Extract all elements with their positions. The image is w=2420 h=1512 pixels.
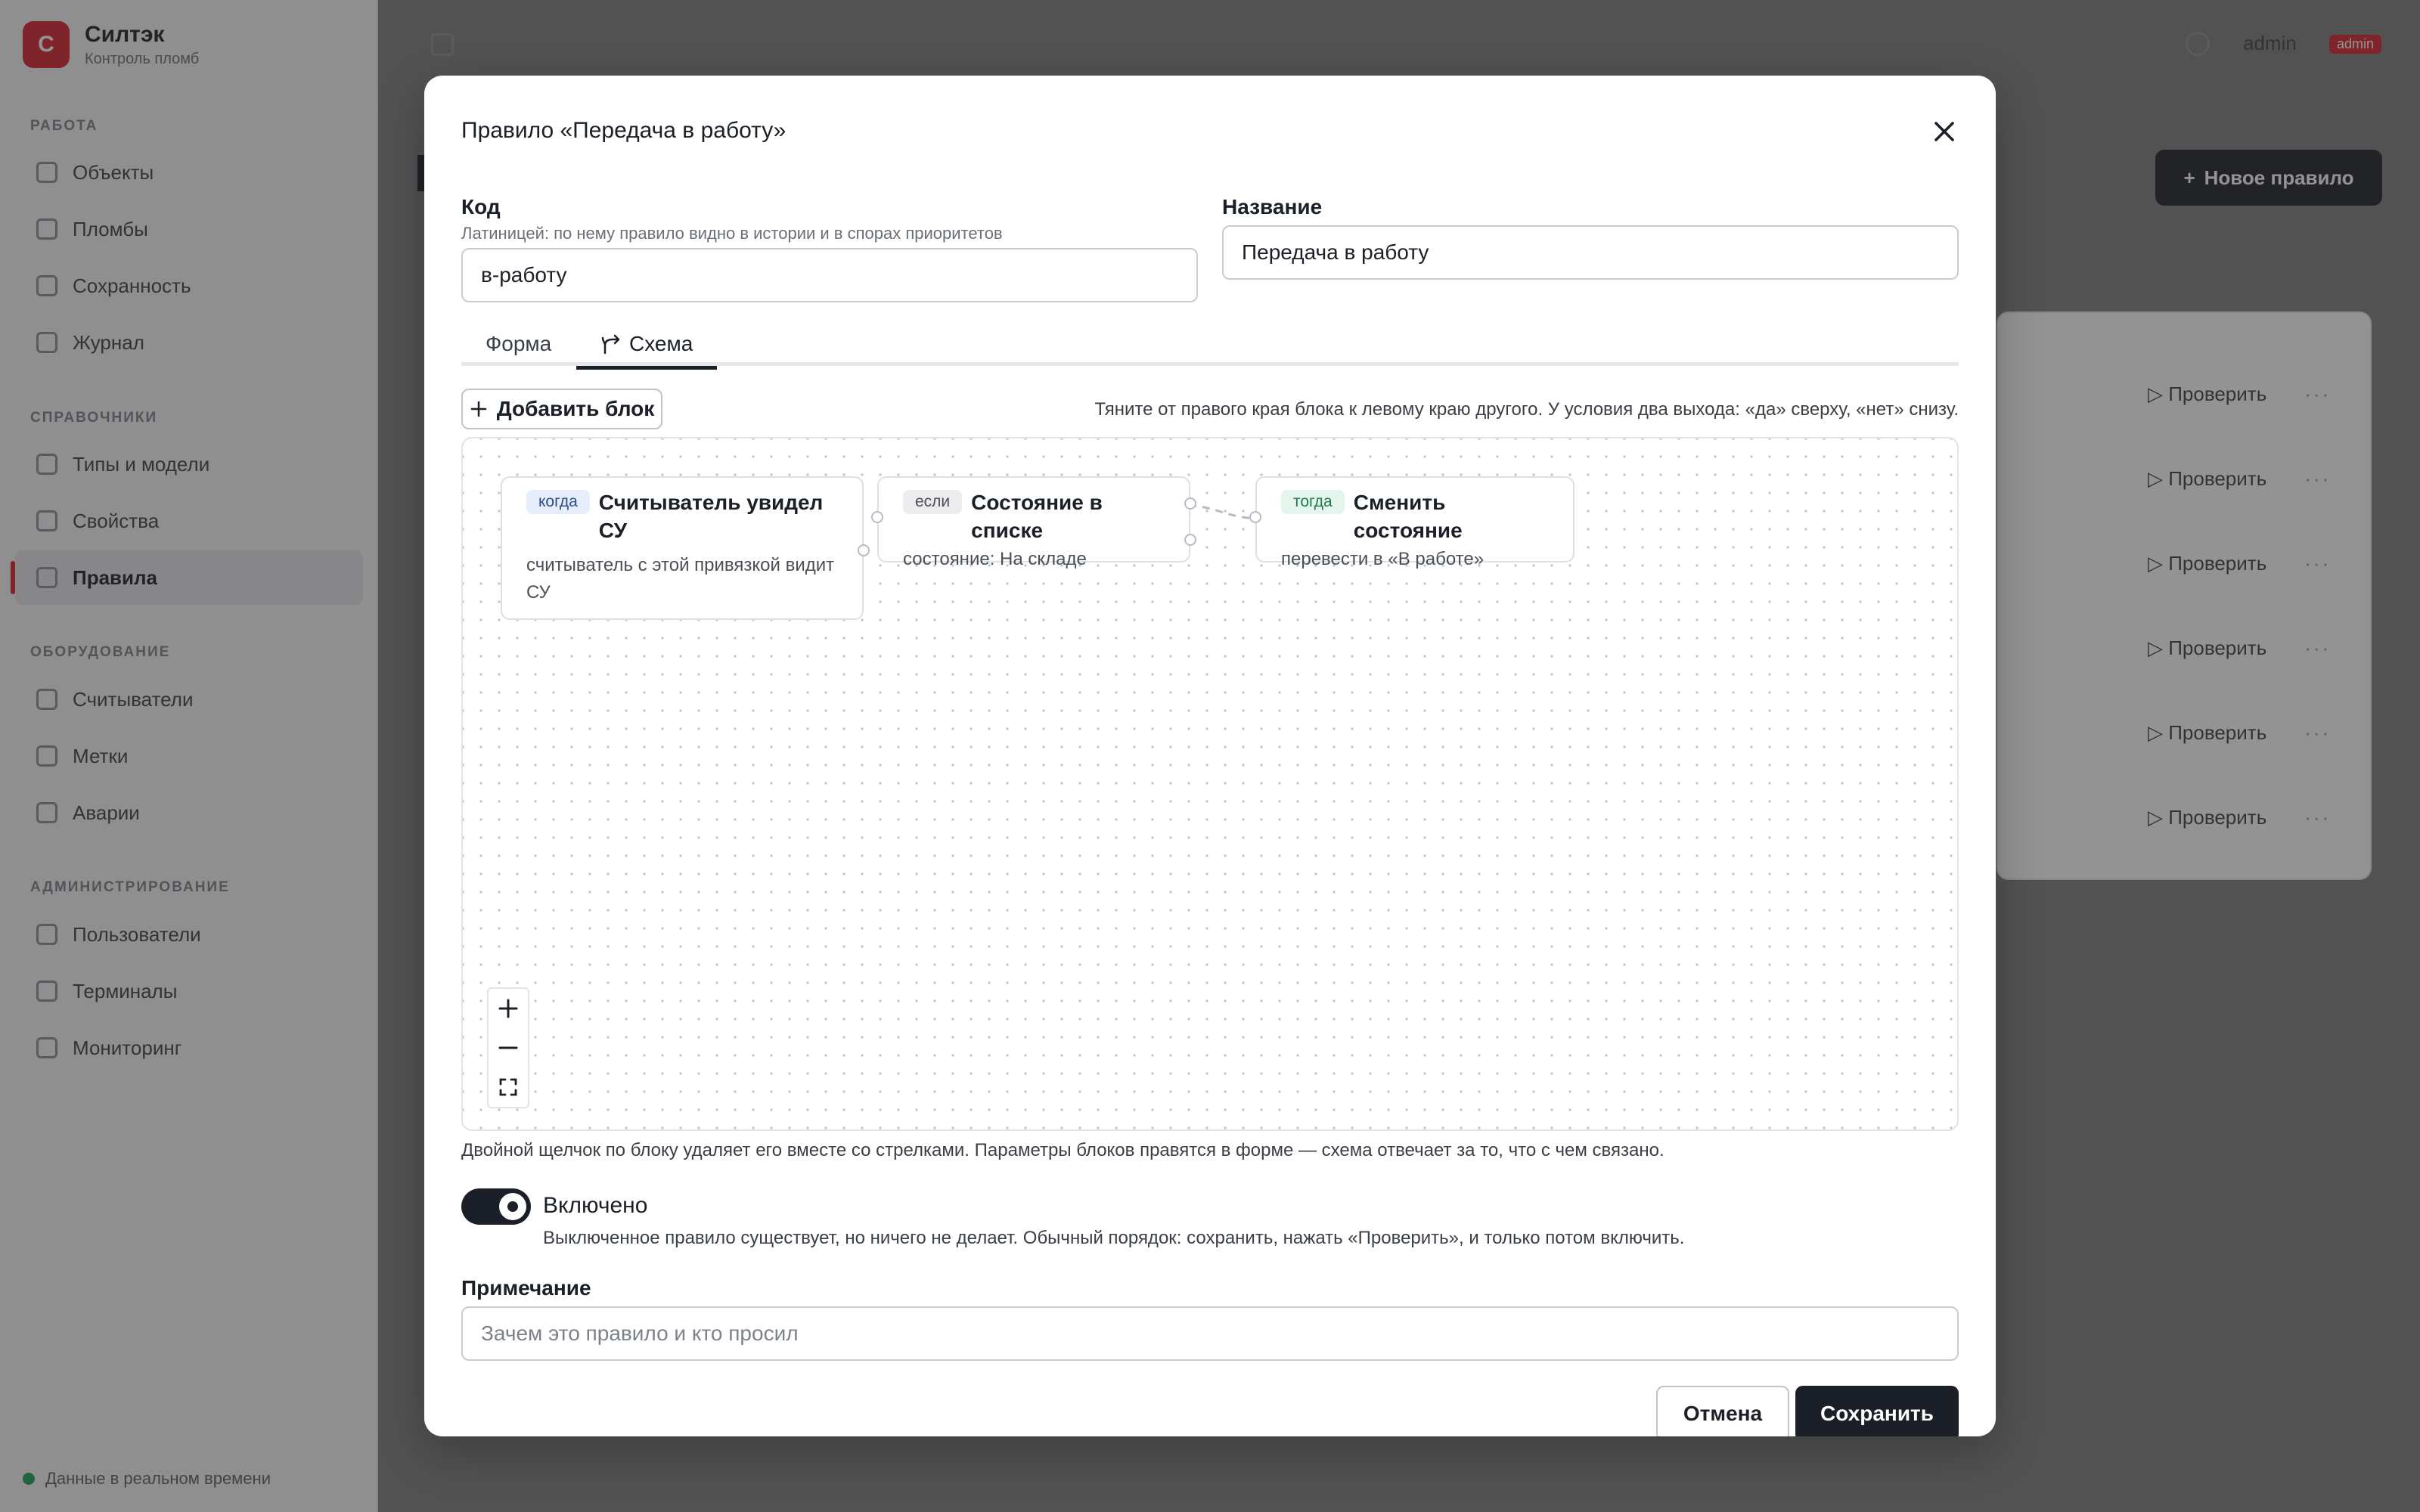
code-label: Код (461, 195, 501, 218)
node-badge-if: если (903, 490, 963, 514)
node-title: Состояние в списке (971, 491, 1103, 542)
schema-note: Двойной щелчок по блоку удаляет его вмес… (461, 1140, 1665, 1160)
zoom-out-button[interactable] (489, 1028, 528, 1067)
node-output-handle[interactable] (858, 544, 870, 556)
enabled-hint: Выключенное правило существует, но ничег… (543, 1228, 1685, 1248)
close-icon (1934, 122, 1954, 141)
node-output-yes-handle[interactable] (1184, 497, 1196, 510)
add-block-label: Добавить блок (496, 397, 655, 420)
node-description: состояние: На складе (903, 549, 1087, 569)
fullscreen-icon (499, 1078, 517, 1096)
node-condition[interactable]: если Состояние в списке состояние: На ск… (871, 476, 1196, 569)
branch-icon (601, 334, 620, 355)
enabled-label: Включено (543, 1193, 648, 1218)
tab-form[interactable]: Форма (486, 322, 551, 366)
name-input[interactable] (1222, 225, 1959, 280)
node-input-handle[interactable] (1249, 511, 1261, 523)
add-block-button[interactable]: Добавить блок (461, 389, 662, 429)
enabled-toggle[interactable] (461, 1188, 531, 1225)
plus-icon (470, 401, 486, 417)
node-title: Считыватель увидел СУ (598, 491, 824, 542)
code-input[interactable] (461, 248, 1198, 302)
close-button[interactable] (1929, 116, 1959, 147)
node-description: перевести в «В работе» (1281, 549, 1485, 569)
name-label: Название (1222, 195, 1323, 218)
plus-icon (498, 999, 518, 1018)
note-label: Примечание (461, 1276, 591, 1300)
fit-view-button[interactable] (489, 1067, 528, 1107)
node-description: считыватель с этой привязкой видит СУ (526, 555, 835, 603)
schema-canvas[interactable]: когда Считыватель увидел СУ считыватель … (461, 437, 1959, 1131)
node-title: Сменить состояние (1353, 491, 1463, 542)
dialog-title: Правило «Передача в работу» (461, 118, 786, 143)
tab-schema[interactable]: Схема (576, 322, 718, 370)
tab-label: Форма (486, 332, 552, 355)
code-hint: Латиницей: по нему правило видно в истор… (461, 224, 1003, 243)
node-input-handle[interactable] (871, 511, 883, 523)
node-action[interactable]: тогда Сменить состояние перевести в «В р… (1249, 476, 1575, 569)
node-trigger[interactable]: когда Считыватель увидел СУ считыватель … (501, 476, 870, 620)
toggle-knob (499, 1193, 526, 1220)
node-badge-when: когда (526, 490, 590, 514)
cancel-button[interactable]: Отмена (1656, 1386, 1789, 1436)
note-input[interactable] (461, 1306, 1959, 1361)
node-badge-then: тогда (1281, 490, 1345, 514)
minus-icon (498, 1046, 518, 1049)
editor-tabs: Форма Схема (461, 322, 1959, 370)
node-output-no-handle[interactable] (1184, 534, 1196, 546)
save-button[interactable]: Сохранить (1795, 1386, 1959, 1436)
tab-label: Схема (629, 332, 693, 355)
rule-editor-dialog: Правило «Передача в работу» Код Латинице… (424, 76, 1996, 1436)
edge-if-to-then (1188, 503, 1258, 520)
zoom-in-button[interactable] (489, 989, 528, 1028)
canvas-hint: Тяните от правого края блока к левому кр… (1094, 399, 1959, 420)
zoom-controls (487, 987, 529, 1108)
